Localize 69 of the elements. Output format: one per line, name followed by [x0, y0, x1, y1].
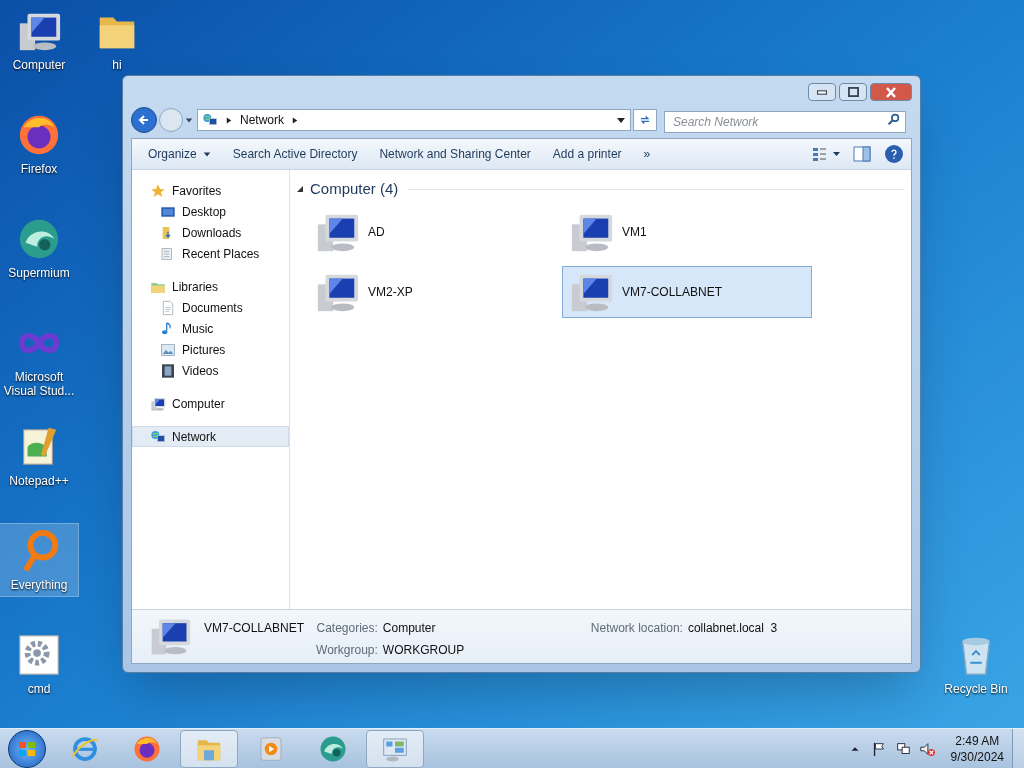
- clock[interactable]: 2:49 AM 9/30/2024: [950, 732, 1004, 765]
- start-button[interactable]: [8, 729, 46, 768]
- search-field[interactable]: Search Network: [664, 111, 906, 133]
- history-dropdown[interactable]: [185, 116, 195, 124]
- nav-item[interactable]: Downloads: [132, 222, 289, 243]
- nav-item[interactable]: Libraries: [132, 276, 289, 297]
- toolbar-button[interactable]: Network and Sharing Center: [371, 142, 539, 166]
- network-icon: [202, 112, 218, 128]
- desktop-shortcut[interactable]: Notepad++: [0, 420, 78, 492]
- minimize-icon: [817, 89, 827, 95]
- preview-pane-icon: [853, 146, 871, 162]
- back-button[interactable]: [131, 107, 157, 133]
- field-value: WORKGROUP: [382, 642, 466, 659]
- desktop-shortcut[interactable]: Microsoft Visual Stud...: [0, 316, 78, 402]
- toolbar-button[interactable]: »: [635, 142, 659, 166]
- breadcrumb-arrow-icon[interactable]: [292, 116, 298, 124]
- maximize-icon: [847, 87, 859, 97]
- network-icon[interactable]: [894, 740, 911, 757]
- item-name: VM7-COLLABNET: [204, 620, 305, 637]
- desktop-shortcut[interactable]: cmd: [0, 628, 78, 700]
- nav-item[interactable]: Recent Places: [132, 243, 289, 264]
- caret-icon: [616, 115, 626, 125]
- network-icon: [150, 428, 166, 445]
- help-button[interactable]: [885, 145, 903, 163]
- toolbar-button[interactable]: Add a printer: [544, 142, 630, 166]
- caret-icon: [185, 116, 193, 124]
- field-value: Computer: [382, 620, 437, 637]
- network-device-tile[interactable]: VM7-COLLABNET: [562, 266, 812, 318]
- close-button[interactable]: [870, 83, 912, 101]
- desktop-shortcut[interactable]: Computer: [0, 4, 78, 76]
- field-label: Categories:: [316, 620, 378, 637]
- search-icon: [887, 113, 900, 126]
- network-device-tile[interactable]: VM2-XP: [308, 266, 558, 318]
- field-value: collabnet.local 3: [687, 620, 779, 637]
- network-device-tile[interactable]: VM1: [562, 206, 812, 258]
- nav-item[interactable]: Computer: [132, 393, 289, 414]
- toolbar-button[interactable]: Organize: [140, 142, 219, 166]
- nav-item[interactable]: Desktop: [132, 201, 289, 222]
- nav-item[interactable]: Music: [132, 318, 289, 339]
- toolbar-button[interactable]: Search Active Directory: [224, 142, 366, 166]
- film-icon: [160, 362, 176, 379]
- nav-item[interactable]: Documents: [132, 297, 289, 318]
- address-bar[interactable]: Network: [197, 109, 631, 131]
- refresh-arrows-icon: [638, 113, 652, 127]
- field-label: Workgroup:: [316, 642, 378, 659]
- nav-item[interactable]: Network: [132, 426, 289, 447]
- refresh-button[interactable]: [633, 109, 657, 131]
- gear-icon: [16, 632, 62, 678]
- question-mark-icon: [888, 148, 900, 160]
- field-label: Network location:: [590, 620, 683, 637]
- pictures-icon: [160, 341, 176, 358]
- breadcrumb-arrow-icon[interactable]: [226, 116, 232, 124]
- close-icon: [886, 86, 896, 98]
- computer-icon: [150, 395, 166, 412]
- star-icon: [150, 182, 166, 199]
- breadcrumb[interactable]: Network: [240, 111, 284, 129]
- nav-item[interactable]: Favorites: [132, 180, 289, 201]
- nav-item[interactable]: Pictures: [132, 339, 289, 360]
- show-desktop-button[interactable]: [1012, 728, 1024, 768]
- network-device-tile[interactable]: AD: [308, 206, 558, 258]
- desktop-shortcut[interactable]: Firefox: [0, 108, 78, 180]
- group-header: Computer (4): [310, 178, 399, 199]
- document-icon: [160, 299, 176, 316]
- maximize-button[interactable]: [839, 83, 867, 101]
- minimize-button[interactable]: [808, 83, 836, 101]
- desktop-shortcut[interactable]: hi: [78, 4, 156, 76]
- nav-item[interactable]: Videos: [132, 360, 289, 381]
- desktop-shortcut[interactable]: Supermium: [0, 212, 78, 284]
- muted-speaker-icon[interactable]: [918, 740, 935, 757]
